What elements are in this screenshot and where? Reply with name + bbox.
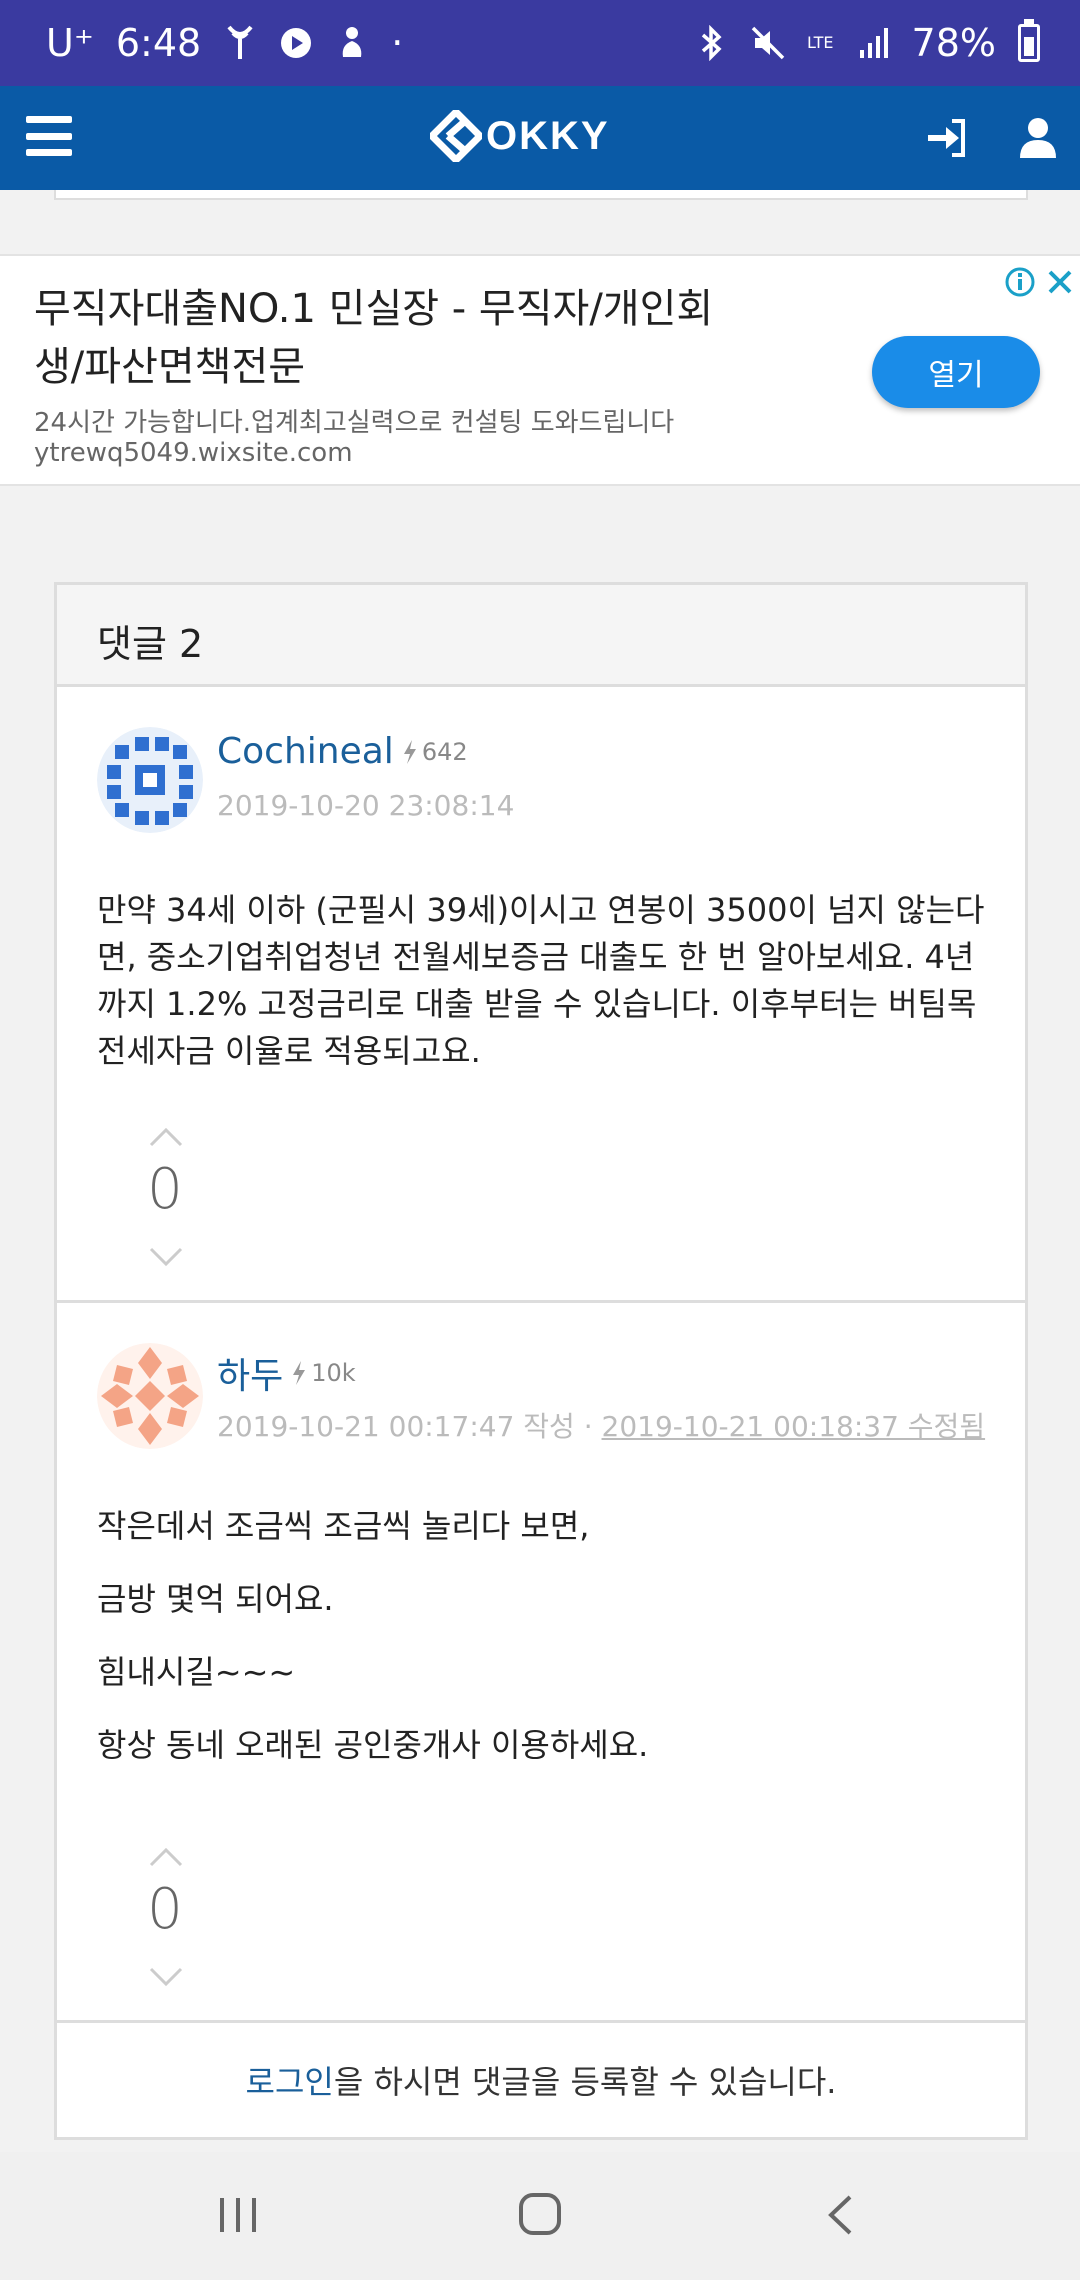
home-icon[interactable] — [518, 2192, 562, 2236]
date-separator: · — [574, 1410, 602, 1443]
system-navigation-bar — [0, 2152, 1080, 2280]
recent-apps-icon[interactable] — [218, 2196, 258, 2234]
ad-close-icon[interactable] — [1044, 266, 1076, 298]
lightning-icon — [293, 1361, 306, 1385]
vote-count: 0 — [147, 1877, 183, 1942]
comment-paragraph: 작은데서 조금씩 조금씩 놀리다 보면, — [97, 1507, 590, 1545]
menu-icon[interactable] — [26, 116, 72, 156]
comment-edited-date[interactable]: 2019-10-21 00:18:37 수정됨 — [602, 1410, 986, 1443]
comment-author[interactable]: 하두 — [217, 1347, 283, 1399]
more-notifications-dot: · — [391, 21, 404, 65]
upvote-icon[interactable] — [149, 1127, 183, 1147]
antenna-icon — [223, 24, 257, 62]
comment-item: Cochineal 642 2019-10-20 23:08:14 만약 34세… — [57, 687, 1025, 1303]
author-score: 642 — [402, 738, 468, 766]
media-play-icon — [279, 24, 313, 62]
vote-count: 0 — [147, 1157, 183, 1222]
author-score-value: 10k — [311, 1359, 356, 1387]
user-icon[interactable] — [1018, 116, 1058, 160]
comment-body: 만약 34세 이하 (군필시 39세)이시고 연봉이 3500이 넘지 않는다면… — [97, 887, 997, 1101]
comment-body: 작은데서 조금씩 조금씩 놀리다 보면, 금방 몇억 되어요. 힘내시길~~~ … — [97, 1503, 997, 1795]
login-prompt: 로그인 을 하시면 댓글을 등록할 수 있습니다. — [57, 2023, 1025, 2137]
comment-paragraph: 금방 몇억 되어요. — [97, 1580, 334, 1618]
comment-date: 2019-10-20 23:08:14 — [217, 789, 515, 822]
bluetooth-icon — [695, 24, 729, 62]
battery-level: 78% — [911, 21, 996, 65]
login-prompt-text: 을 하시면 댓글을 등록할 수 있습니다. — [333, 2063, 837, 2101]
avatar[interactable] — [97, 727, 203, 833]
login-icon[interactable] — [926, 118, 966, 158]
downvote-icon[interactable] — [149, 1967, 183, 1987]
ad-open-button[interactable]: 열기 — [872, 336, 1040, 408]
network-type-label: LTE — [806, 33, 834, 52]
comment-author[interactable]: Cochineal — [217, 731, 394, 772]
vote-widget: 0 — [135, 1127, 195, 1267]
login-link[interactable]: 로그인 — [246, 2057, 334, 2103]
comment-paragraph: 만약 34세 이하 (군필시 39세)이시고 연봉이 3500이 넘지 않는다면… — [97, 891, 985, 1070]
author-score: 10k — [291, 1359, 356, 1387]
status-bar: U⁺ 6:48 · LTE 78% — [0, 0, 1080, 86]
logo-mark-icon — [430, 110, 482, 162]
ad-url[interactable]: ytrewq5049.wixsite.com — [34, 438, 353, 468]
ad-title[interactable]: 무직자대출NO.1 민실장 - 무직자/개인회생/파산면책전문 — [34, 280, 714, 396]
ad-info-icon[interactable] — [1004, 266, 1036, 298]
vote-widget: 0 — [135, 1847, 195, 1987]
comments-panel: 댓글 2 Cochineal 642 2019-10-20 23:08:14 만… — [54, 582, 1028, 2140]
notification-app-icon — [335, 24, 369, 62]
ad-description: 24시간 가능합니다.업계최고실력으로 컨설팅 도와드립니다 — [34, 408, 675, 438]
ad-banner[interactable]: 무직자대출NO.1 민실장 - 무직자/개인회생/파산면책전문 24시간 가능합… — [0, 254, 1080, 486]
clock: 6:48 — [115, 21, 202, 65]
upvote-icon[interactable] — [149, 1847, 183, 1867]
mute-icon — [751, 24, 785, 62]
comment-paragraph: 항상 동네 오래된 공인중개사 이용하세요. — [97, 1726, 649, 1764]
comments-heading: 댓글 2 — [57, 585, 1025, 687]
app-header: OKKY — [0, 86, 1080, 190]
carrier-label: U⁺ — [46, 21, 94, 65]
avatar[interactable] — [97, 1343, 203, 1449]
comment-created-date: 2019-10-21 00:17:47 작성 — [217, 1410, 575, 1443]
logo-text: OKKY — [486, 113, 610, 158]
comment-item: 하두 10k 2019-10-21 00:17:47 작성 · 2019-10-… — [57, 1303, 1025, 2023]
downvote-icon[interactable] — [149, 1247, 183, 1267]
post-card-bottom — [54, 190, 1028, 200]
back-icon[interactable] — [826, 2194, 854, 2236]
site-logo[interactable]: OKKY — [430, 106, 610, 166]
lightning-icon — [403, 739, 416, 764]
comment-date: 2019-10-21 00:17:47 작성 · 2019-10-21 00:1… — [217, 1405, 985, 1445]
comment-paragraph: 힘내시길~~~ — [97, 1653, 296, 1691]
author-score-value: 642 — [421, 737, 468, 766]
battery-icon — [1018, 19, 1040, 62]
signal-icon — [856, 24, 890, 62]
